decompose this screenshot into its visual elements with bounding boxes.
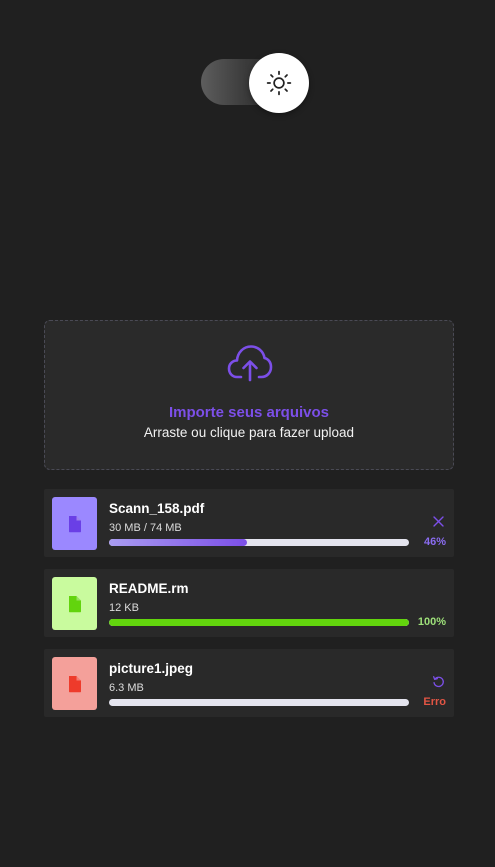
- file-item: picture1.jpeg 6.3 MB Erro: [44, 649, 454, 717]
- progress-bar: [109, 539, 409, 546]
- cancel-upload-button[interactable]: [431, 514, 445, 528]
- file-thumbnail: [52, 497, 97, 550]
- upload-subtitle: Arraste ou clique para fazer upload: [143, 425, 355, 440]
- file-icon: [68, 595, 81, 612]
- file-name: picture1.jpeg: [109, 661, 194, 676]
- file-item: README.rm 12 KB 100%: [44, 569, 454, 637]
- upload-title: Importe seus arquivos: [168, 404, 330, 421]
- retry-icon: [432, 675, 444, 687]
- error-status: Erro: [423, 696, 446, 708]
- file-size: 12 KB: [109, 602, 139, 614]
- file-thumbnail: [52, 657, 97, 710]
- toggle-knob[interactable]: [249, 53, 309, 113]
- theme-toggle[interactable]: [201, 53, 309, 113]
- upload-dropzone[interactable]: Importe seus arquivos Arraste ou clique …: [44, 320, 454, 470]
- sun-icon: [266, 70, 292, 96]
- retry-upload-button[interactable]: [431, 674, 445, 688]
- upload-percentage: 100%: [417, 616, 446, 628]
- progress-bar: [109, 619, 409, 626]
- cloud-upload-icon: [227, 345, 273, 382]
- close-icon: [432, 515, 444, 527]
- file-icon: [68, 515, 81, 532]
- file-name: README.rm: [109, 581, 189, 596]
- file-thumbnail: [52, 577, 97, 630]
- progress-fill: [109, 539, 247, 546]
- progress-bar: [109, 699, 409, 706]
- progress-fill: [109, 619, 409, 626]
- file-name: Scann_158.pdf: [109, 501, 205, 516]
- file-size: 6.3 MB: [109, 682, 144, 694]
- file-size: 30 MB / 74 MB: [109, 522, 182, 534]
- file-item: Scann_158.pdf 30 MB / 74 MB 46%: [44, 489, 454, 557]
- file-icon: [68, 675, 81, 692]
- upload-percentage: 46%: [423, 536, 446, 548]
